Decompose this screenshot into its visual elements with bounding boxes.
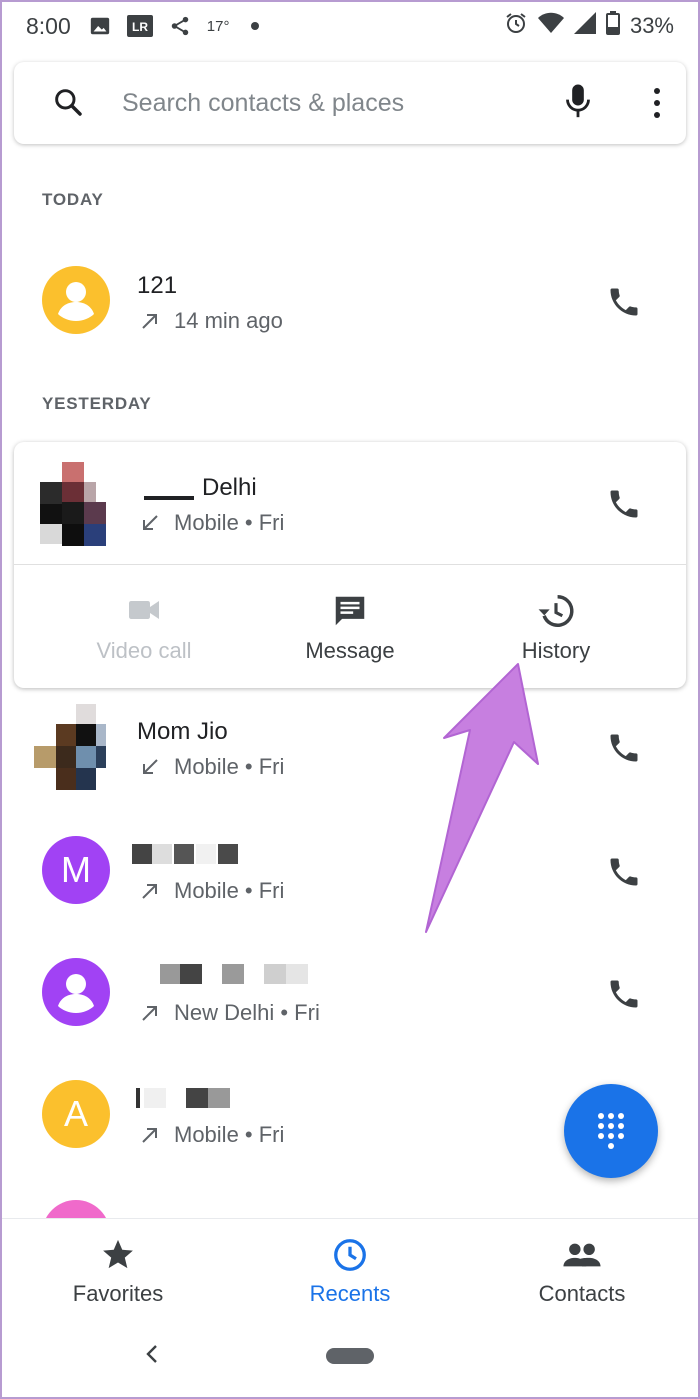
avatar <box>42 266 110 334</box>
battery-percent: 33% <box>629 13 674 38</box>
search-icon[interactable] <box>52 86 84 123</box>
incoming-call-icon <box>140 513 166 533</box>
contact-name: Delhi <box>202 474 257 501</box>
redacted-name <box>132 844 240 864</box>
app-lr-icon: LR <box>126 15 153 37</box>
outgoing-call-icon <box>140 1125 166 1145</box>
people-icon <box>482 1237 682 1273</box>
annotation-arrow-icon <box>425 663 539 933</box>
status-bar: 8:00 LR 17° 33% <box>0 0 700 52</box>
videocam-icon <box>44 592 244 632</box>
message-button[interactable]: Message <box>250 592 450 664</box>
avatar-partial <box>42 1200 110 1218</box>
call-row[interactable]: M Mobile • Fri <box>0 816 700 926</box>
message-icon <box>250 592 450 632</box>
redacted-name <box>136 1088 232 1108</box>
nav-recents[interactable]: Recents <box>250 1237 450 1307</box>
outgoing-call-icon <box>140 1003 166 1023</box>
contact-name: 121 <box>137 272 178 299</box>
wifi-icon <box>537 12 564 40</box>
call-detail-text: New Delhi • Fri <box>174 1000 320 1025</box>
section-today: TODAY <box>42 190 104 209</box>
clock-icon <box>250 1237 450 1273</box>
contact-photo <box>34 704 110 790</box>
phone-icon[interactable] <box>606 486 642 527</box>
back-icon[interactable] <box>144 1342 160 1371</box>
call-row[interactable]: New Delhi • Fri <box>0 938 700 1048</box>
avatar-letter: M <box>61 849 91 890</box>
home-pill[interactable] <box>326 1348 374 1364</box>
call-row[interactable]: 121 14 min ago <box>0 246 700 356</box>
search-bar[interactable] <box>14 62 686 144</box>
call-detail-text: Mobile • Fri <box>174 878 285 903</box>
status-time: 8:00 <box>26 12 71 39</box>
avatar <box>42 958 110 1026</box>
dialpad-button[interactable] <box>564 1084 658 1178</box>
microphone-icon[interactable] <box>564 82 592 127</box>
outgoing-call-icon <box>140 881 166 901</box>
redacted-name <box>160 964 310 984</box>
call-detail-text: 14 min ago <box>174 308 283 333</box>
call-detail: Mobile • Fri <box>140 878 284 904</box>
nav-favorites[interactable]: Favorites <box>18 1237 218 1307</box>
person-icon <box>58 282 94 321</box>
call-detail: Mobile • Fri <box>140 510 284 536</box>
image-icon <box>89 15 111 37</box>
call-detail: New Delhi • Fri <box>140 1000 320 1026</box>
more-options-icon[interactable] <box>650 86 664 125</box>
search-input[interactable] <box>122 82 522 124</box>
call-detail-text: Mobile • Fri <box>174 1122 285 1147</box>
video-call-label: Video call <box>96 638 192 663</box>
call-detail-text: Mobile • Fri <box>174 754 285 779</box>
avatar: A <box>42 1080 110 1148</box>
bottom-navigation: Favorites Recents Contacts <box>0 1218 700 1318</box>
system-navigation <box>0 1318 700 1399</box>
share-icon <box>169 15 191 37</box>
phone-icon[interactable] <box>606 284 642 325</box>
call-detail: 14 min ago <box>140 308 283 334</box>
nav-recents-label: Recents <box>309 1281 391 1306</box>
status-temperature: 17° <box>206 17 230 35</box>
phone-icon[interactable] <box>606 854 642 895</box>
expanded-call-card[interactable]: Delhi Mobile • Fri Video call Message Hi… <box>14 442 686 688</box>
redacted-name-part <box>144 496 194 500</box>
card-divider <box>14 564 686 565</box>
battery-icon <box>605 11 620 41</box>
call-row[interactable]: Mom Jio Mobile • Fri <box>0 694 700 804</box>
star-icon <box>18 1237 218 1273</box>
alarm-icon <box>504 11 528 41</box>
history-button[interactable]: History <box>456 592 656 664</box>
avatar: M <box>42 836 110 904</box>
video-call-button[interactable]: Video call <box>44 592 244 664</box>
person-icon <box>58 974 94 1013</box>
nav-contacts-label: Contacts <box>538 1281 626 1306</box>
contact-name: Mom Jio <box>137 718 228 745</box>
nav-favorites-label: Favorites <box>72 1281 164 1306</box>
call-detail: Mobile • Fri <box>140 754 284 780</box>
svg-text:LR: LR <box>132 20 148 34</box>
dot-icon <box>251 22 260 30</box>
call-detail: Mobile • Fri <box>140 1122 284 1148</box>
history-icon <box>456 592 656 632</box>
contact-photo <box>40 462 116 546</box>
outgoing-call-icon <box>140 311 166 331</box>
section-yesterday: YESTERDAY <box>42 394 152 413</box>
avatar-letter: A <box>63 1093 88 1134</box>
dialpad-icon <box>598 1113 624 1149</box>
phone-icon[interactable] <box>606 976 642 1017</box>
nav-contacts[interactable]: Contacts <box>482 1237 682 1307</box>
incoming-call-icon <box>140 757 166 777</box>
cell-signal-icon <box>573 12 596 40</box>
call-detail-text: Mobile • Fri <box>174 510 285 535</box>
phone-icon[interactable] <box>606 730 642 771</box>
